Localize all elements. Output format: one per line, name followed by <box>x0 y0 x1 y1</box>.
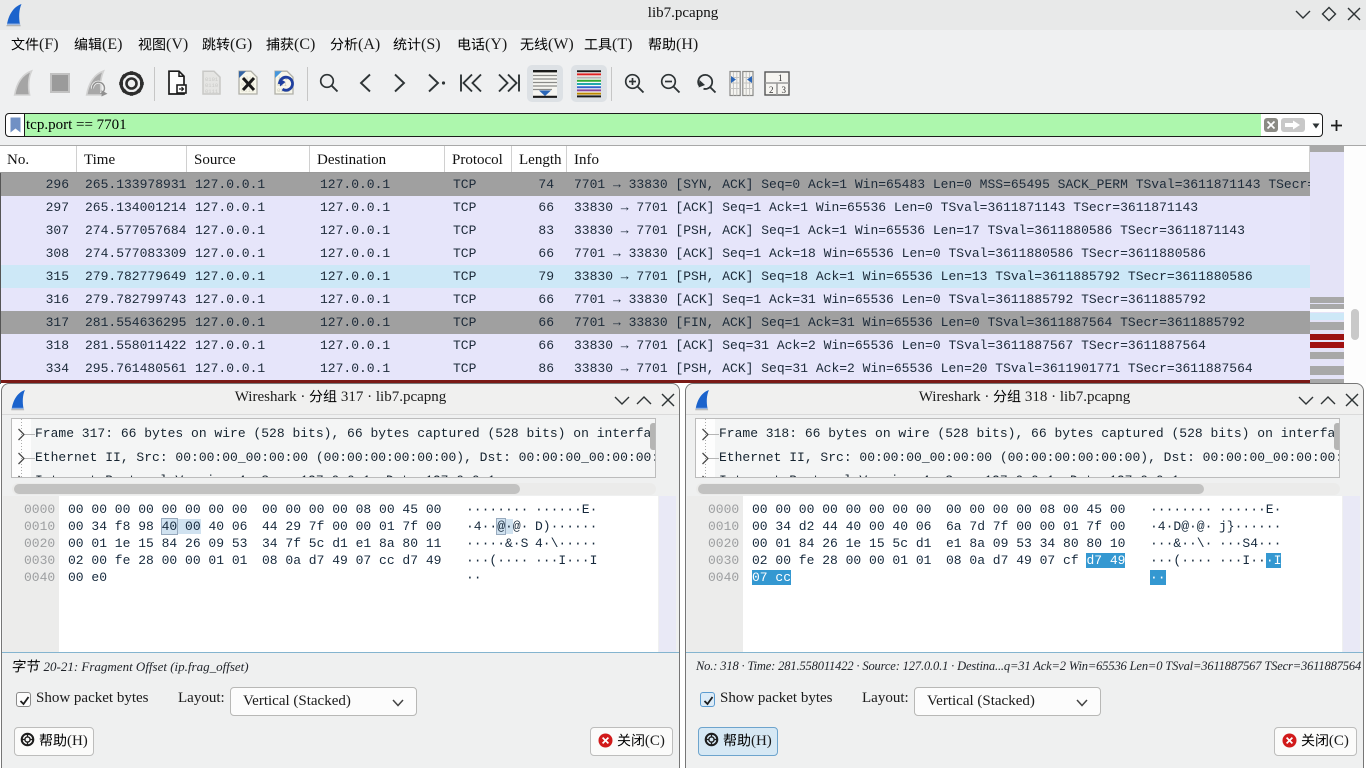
svg-text:3: 3 <box>782 85 787 95</box>
svg-text:2: 2 <box>769 85 774 95</box>
svg-text:1: 1 <box>778 73 783 83</box>
svg-text:0111: 0111 <box>205 88 219 95</box>
